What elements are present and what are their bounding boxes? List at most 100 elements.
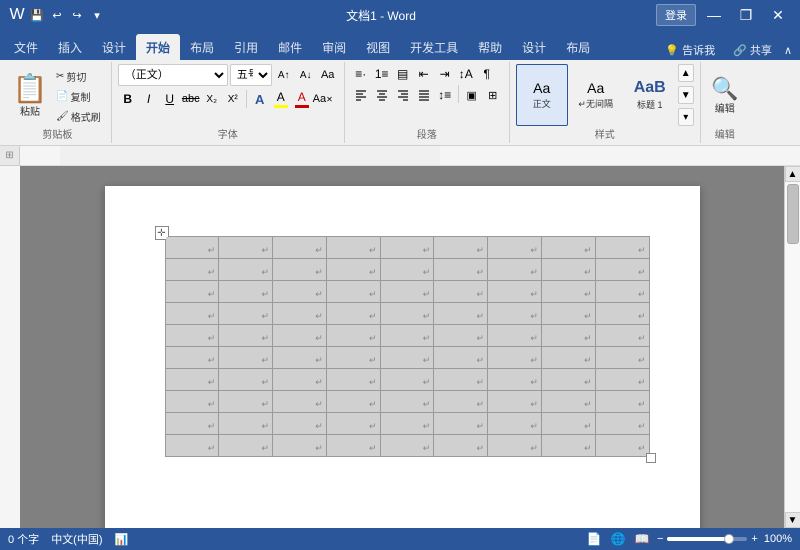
shading-button[interactable]: ▣ xyxy=(462,85,482,105)
paste-button[interactable]: 📋 粘贴 xyxy=(10,66,50,128)
scroll-thumb[interactable] xyxy=(787,184,799,244)
table-cell[interactable]: ↵ xyxy=(595,435,649,457)
table-cell[interactable]: ↵ xyxy=(219,237,273,259)
table-cell[interactable]: ↵ xyxy=(273,347,327,369)
table-cell[interactable]: ↵ xyxy=(541,413,595,435)
decrease-indent-button[interactable]: ⇤ xyxy=(414,64,434,84)
table-cell[interactable]: ↵ xyxy=(165,435,219,457)
styles-scroll-up[interactable]: ▲ xyxy=(678,64,694,82)
justify-button[interactable] xyxy=(414,85,434,105)
table-cell[interactable]: ↵ xyxy=(380,435,434,457)
table-cell[interactable]: ↵ xyxy=(273,435,327,457)
table-cell[interactable]: ↵ xyxy=(380,413,434,435)
table-cell[interactable]: ↵ xyxy=(273,391,327,413)
table-cell[interactable]: ↵ xyxy=(165,259,219,281)
table-cell[interactable]: ↵ xyxy=(380,369,434,391)
table-cell[interactable]: ↵ xyxy=(434,303,488,325)
table-cell[interactable]: ↵ xyxy=(273,259,327,281)
table-cell[interactable]: ↵ xyxy=(595,391,649,413)
table-cell[interactable]: ↵ xyxy=(219,391,273,413)
table-cell[interactable]: ↵ xyxy=(488,303,542,325)
document-canvas[interactable]: ✛ ↵↵↵↵↵↵↵↵↵↵↵↵↵↵↵↵↵↵↵↵↵↵↵↵↵↵↵↵↵↵↵↵↵↵↵↵↵↵… xyxy=(20,166,784,528)
bullets-button[interactable]: ≡· xyxy=(351,64,371,84)
table-cell[interactable]: ↵ xyxy=(165,325,219,347)
undo-button[interactable]: ↩ xyxy=(48,6,66,24)
read-mode-button[interactable]: 📖 xyxy=(633,530,651,548)
table-cell[interactable]: ↵ xyxy=(165,391,219,413)
table-cell[interactable]: ↵ xyxy=(434,413,488,435)
line-spacing-button[interactable]: ↕≡ xyxy=(435,85,455,105)
multilevel-button[interactable]: ▤ xyxy=(393,64,413,84)
table-cell[interactable]: ↵ xyxy=(380,281,434,303)
tab-home[interactable]: 开始 xyxy=(136,34,180,60)
table-cell[interactable]: ↵ xyxy=(541,259,595,281)
table-cell[interactable]: ↵ xyxy=(273,325,327,347)
restore-button[interactable]: ❐ xyxy=(732,5,760,25)
subscript-button[interactable]: X₂ xyxy=(202,89,222,109)
table-cell[interactable]: ↵ xyxy=(326,259,380,281)
table-cell[interactable]: ↵ xyxy=(326,347,380,369)
tab-insert[interactable]: 插入 xyxy=(48,34,92,60)
table-cell[interactable]: ↵ xyxy=(434,391,488,413)
show-marks-button[interactable]: ¶ xyxy=(477,64,497,84)
table-cell[interactable]: ↵ xyxy=(434,369,488,391)
font-size-select[interactable]: 五号 10.5 xyxy=(230,64,272,86)
table-cell[interactable]: ↵ xyxy=(541,391,595,413)
table-cell[interactable]: ↵ xyxy=(165,237,219,259)
change-case-button[interactable]: Aa xyxy=(318,65,338,85)
tab-table-layout[interactable]: 布局 xyxy=(556,34,600,60)
shrink-font-button[interactable]: A↓ xyxy=(296,65,316,85)
table-cell[interactable]: ↵ xyxy=(326,237,380,259)
zoom-track[interactable] xyxy=(667,537,747,541)
table-cell[interactable]: ↵ xyxy=(434,325,488,347)
table-cell[interactable]: ↵ xyxy=(488,237,542,259)
align-left-button[interactable] xyxy=(351,85,371,105)
italic-button[interactable]: I xyxy=(139,89,159,109)
table-cell[interactable]: ↵ xyxy=(595,413,649,435)
table-cell[interactable]: ↵ xyxy=(326,325,380,347)
table-cell[interactable]: ↵ xyxy=(595,281,649,303)
table-cell[interactable]: ↵ xyxy=(219,325,273,347)
tab-layout[interactable]: 布局 xyxy=(180,34,224,60)
table-cell[interactable]: ↵ xyxy=(219,369,273,391)
table-cell[interactable]: ↵ xyxy=(273,281,327,303)
table-cell[interactable]: ↵ xyxy=(488,435,542,457)
table-cell[interactable]: ↵ xyxy=(380,391,434,413)
table-cell[interactable]: ↵ xyxy=(273,369,327,391)
tab-references[interactable]: 引用 xyxy=(224,34,268,60)
borders-button[interactable]: ⊞ xyxy=(483,85,503,105)
scroll-down-button[interactable]: ▼ xyxy=(785,512,800,528)
zoom-out-button[interactable]: − xyxy=(657,533,663,545)
tell-me-button[interactable]: 💡 告诉我 xyxy=(659,40,721,60)
underline-button[interactable]: U xyxy=(160,89,180,109)
table-cell[interactable]: ↵ xyxy=(326,369,380,391)
qat-dropdown-button[interactable]: ▾ xyxy=(88,6,106,24)
table-cell[interactable]: ↵ xyxy=(541,281,595,303)
ruler-corner[interactable]: ⊞ xyxy=(0,146,20,166)
table-cell[interactable]: ↵ xyxy=(434,281,488,303)
increase-indent-button[interactable]: ⇥ xyxy=(435,64,455,84)
table-cell[interactable]: ↵ xyxy=(488,347,542,369)
table-cell[interactable]: ↵ xyxy=(326,413,380,435)
table-cell[interactable]: ↵ xyxy=(595,369,649,391)
table-cell[interactable]: ↵ xyxy=(434,435,488,457)
table-cell[interactable]: ↵ xyxy=(326,281,380,303)
tab-review[interactable]: 审阅 xyxy=(312,34,356,60)
table-cell[interactable]: ↵ xyxy=(434,237,488,259)
table-cell[interactable]: ↵ xyxy=(380,303,434,325)
tab-mailings[interactable]: 邮件 xyxy=(268,34,312,60)
table-resize-handle[interactable] xyxy=(646,453,656,463)
table-cell[interactable]: ↵ xyxy=(434,347,488,369)
table-cell[interactable]: ↵ xyxy=(219,435,273,457)
table-cell[interactable]: ↵ xyxy=(165,347,219,369)
tab-view[interactable]: 视图 xyxy=(356,34,400,60)
table-cell[interactable]: ↵ xyxy=(380,259,434,281)
zoom-percent[interactable]: 100% xyxy=(764,533,792,545)
table-cell[interactable]: ↵ xyxy=(595,347,649,369)
tab-table-design[interactable]: 设计 xyxy=(512,34,556,60)
minimize-button[interactable]: — xyxy=(700,5,728,25)
table-cell[interactable]: ↵ xyxy=(326,303,380,325)
zoom-thumb[interactable] xyxy=(724,534,734,544)
table-cell[interactable]: ↵ xyxy=(488,391,542,413)
table-cell[interactable]: ↵ xyxy=(165,303,219,325)
